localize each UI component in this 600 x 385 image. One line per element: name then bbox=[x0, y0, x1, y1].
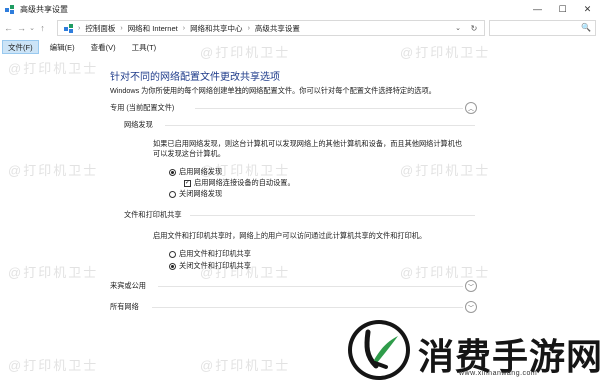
checkbox-auto-setup-label: 启用网络连接设备的自动设置。 bbox=[194, 178, 295, 187]
address-field[interactable]: › 控制面板 › 网络和 Internet › 网络和共享中心 › 高级共享设置… bbox=[57, 20, 485, 36]
watermark: @打印机卫士 bbox=[400, 45, 491, 60]
section-divider bbox=[158, 286, 463, 287]
profile-guest-header[interactable]: 来宾或公用 bbox=[110, 281, 146, 291]
breadcrumb-advanced-sharing[interactable]: 高级共享设置 bbox=[255, 23, 300, 34]
radio-disable-discovery-label: 关闭网络发现 bbox=[179, 189, 223, 198]
brand-logo-mark-icon bbox=[348, 320, 410, 380]
watermark: @打印机卫士 bbox=[200, 358, 291, 373]
chevron-down-icon[interactable]: ﹀ bbox=[465, 280, 477, 292]
window-title: 高级共享设置 bbox=[20, 4, 68, 14]
breadcrumb-separator-icon: › bbox=[182, 24, 186, 32]
radio-selected-icon[interactable] bbox=[169, 168, 176, 176]
radio-enable-discovery-label: 启用网络发现 bbox=[179, 167, 223, 176]
watermark: @打印机卫士 bbox=[400, 265, 491, 280]
title-bar: 高级共享设置 — ☐ ✕ bbox=[0, 0, 600, 18]
section-divider bbox=[195, 108, 463, 109]
search-icon[interactable]: 🔍 bbox=[581, 23, 591, 32]
watermark: @打印机卫士 bbox=[8, 61, 99, 76]
up-arrow-icon[interactable]: ↑ bbox=[36, 21, 49, 35]
brand-logo: 消费手游网 www.xinnanwang.com bbox=[343, 320, 600, 385]
profile-private-header[interactable]: 专用 (当前配置文件) bbox=[110, 103, 174, 113]
breadcrumb-separator-icon: › bbox=[78, 24, 81, 32]
chevron-down-icon[interactable]: ﹀ bbox=[465, 301, 477, 313]
file-printer-title: 文件和打印机共享 bbox=[124, 210, 182, 219]
refresh-icon[interactable]: ↻ bbox=[467, 21, 481, 35]
section-divider bbox=[190, 215, 475, 216]
page-title: 针对不同的网络配置文件更改共享选项 bbox=[110, 72, 280, 83]
checkbox-auto-setup[interactable]: ✓ 启用网络连接设备的自动设置。 bbox=[184, 178, 295, 188]
menu-tools[interactable]: 工具(T) bbox=[127, 40, 162, 54]
radio-unselected-icon[interactable] bbox=[169, 250, 176, 258]
profile-all-header[interactable]: 所有网络 bbox=[110, 302, 139, 312]
radio-disable-file-sharing-label: 关闭文件和打印机共享 bbox=[179, 261, 251, 270]
watermark: @打印机卫士 bbox=[8, 265, 99, 280]
close-button[interactable]: ✕ bbox=[575, 0, 600, 18]
breadcrumb-separator-icon: › bbox=[247, 24, 250, 32]
network-discovery-title: 网络发现 bbox=[124, 120, 153, 129]
section-divider bbox=[152, 307, 463, 308]
breadcrumb-control-panel[interactable]: 控制面板 bbox=[85, 23, 115, 34]
watermark: @打印机卫士 bbox=[400, 163, 491, 178]
search-input[interactable]: 🔍 bbox=[489, 20, 596, 36]
menu-file[interactable]: 文件(F) bbox=[2, 40, 39, 54]
radio-enable-file-sharing[interactable]: 启用文件和打印机共享 bbox=[169, 249, 251, 259]
address-bar-row: ← → ⌄ ↑ › 控制面板 › 网络和 Internet › 网络和共享中心 … bbox=[0, 18, 600, 38]
menu-bar: 文件(F) 编辑(E) 查看(V) 工具(T) bbox=[0, 40, 600, 54]
radio-selected-icon[interactable] bbox=[169, 262, 176, 270]
intro-text: Windows 为你所使用的每个网络创建单独的网络配置文件。你可以针对每个配置文… bbox=[110, 86, 436, 95]
chevron-up-icon[interactable]: ︿ bbox=[465, 102, 477, 114]
section-divider bbox=[165, 125, 475, 126]
menu-view[interactable]: 查看(V) bbox=[86, 40, 121, 54]
watermark: @打印机卫士 bbox=[8, 358, 99, 373]
checkbox-checked-icon[interactable]: ✓ bbox=[184, 179, 191, 187]
network-sharing-icon bbox=[5, 4, 15, 14]
watermark: @打印机卫士 bbox=[8, 163, 99, 178]
watermark: @打印机卫士 bbox=[200, 45, 291, 60]
forward-arrow-icon[interactable]: → bbox=[15, 21, 28, 35]
address-dropdown-icon[interactable]: ⌄ bbox=[452, 21, 464, 35]
menu-edit[interactable]: 编辑(E) bbox=[45, 40, 80, 54]
radio-disable-discovery[interactable]: 关闭网络发现 bbox=[169, 189, 222, 199]
radio-disable-file-sharing[interactable]: 关闭文件和打印机共享 bbox=[169, 261, 251, 271]
breadcrumb-separator-icon: › bbox=[120, 24, 123, 32]
network-sharing-icon bbox=[64, 23, 74, 33]
maximize-button[interactable]: ☐ bbox=[550, 0, 575, 18]
recent-locations-icon[interactable]: ⌄ bbox=[28, 21, 36, 35]
radio-enable-file-sharing-label: 启用文件和打印机共享 bbox=[179, 249, 251, 258]
radio-enable-discovery[interactable]: 启用网络发现 bbox=[169, 167, 222, 177]
minimize-button[interactable]: — bbox=[525, 0, 550, 18]
file-printer-desc: 启用文件和打印机共享时，网络上的用户可以访问通过此计算机共享的文件和打印机。 bbox=[153, 231, 427, 240]
back-arrow-icon[interactable]: ← bbox=[2, 21, 15, 35]
network-discovery-desc-line2: 可以发现这台计算机。 bbox=[153, 149, 225, 158]
breadcrumb-network-internet[interactable]: 网络和 Internet bbox=[128, 23, 178, 34]
brand-url: www.xinnanwang.com bbox=[459, 370, 538, 377]
radio-unselected-icon[interactable] bbox=[169, 190, 176, 198]
breadcrumb-network-sharing-center[interactable]: 网络和共享中心 bbox=[190, 23, 243, 34]
